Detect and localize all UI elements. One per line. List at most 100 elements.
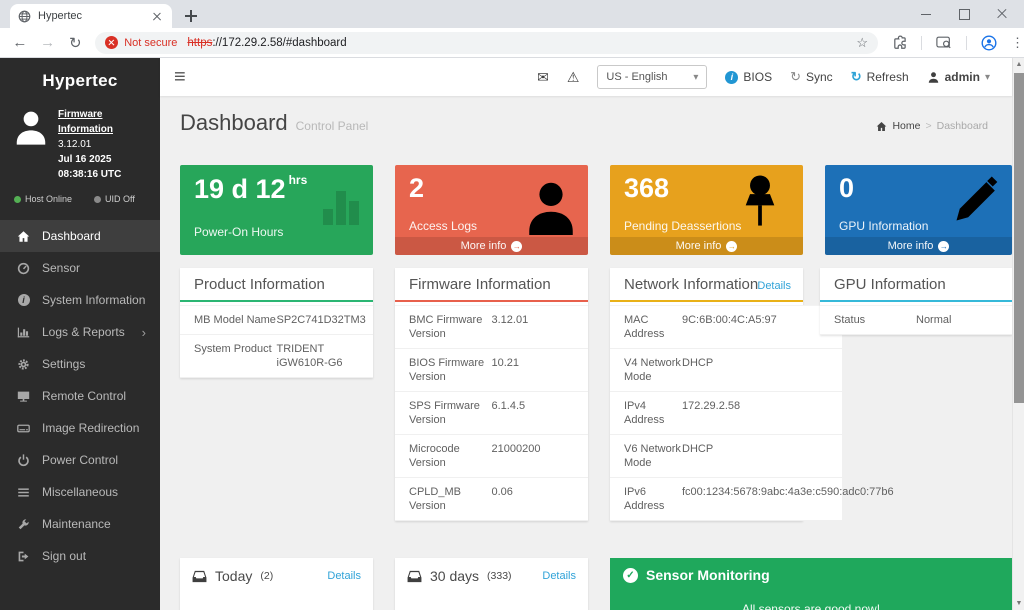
profile-icon[interactable] xyxy=(981,35,997,51)
firmware-information-panel: Firmware Information BMC Firmware Versio… xyxy=(395,268,588,521)
stat-value: 368 xyxy=(624,173,669,204)
language-select[interactable]: US - English ▾ xyxy=(597,65,707,89)
sidebar-item-power-control[interactable]: Power Control xyxy=(0,444,160,476)
panel-title: Firmware Information xyxy=(395,268,588,300)
sidebar-item-label: Miscellaneous xyxy=(42,485,118,499)
today-details-link[interactable]: Details xyxy=(327,570,361,582)
accent-bar xyxy=(610,300,803,302)
inbox-icon xyxy=(192,569,207,584)
new-tab-button[interactable] xyxy=(182,7,200,25)
table-row: V6 Network ModeDHCP xyxy=(610,435,842,478)
not-secure-icon[interactable] xyxy=(105,36,118,49)
user-name: admin xyxy=(945,70,980,84)
sidebar-item-sensor[interactable]: Sensor xyxy=(0,252,160,284)
sidebar-menu: Dashboard Sensor i System Information Lo… xyxy=(0,220,160,572)
wrench-icon xyxy=(16,517,31,532)
access-logs-card[interactable]: 2 Access Logs More info→ xyxy=(395,165,588,255)
table-row: MB Model NameSP2C741D32TM3 xyxy=(180,306,373,335)
address-bar[interactable]: Not secure https://172.29.2.58/#dashboar… xyxy=(95,32,878,54)
user-icon xyxy=(927,71,940,84)
scrollbar-thumb[interactable] xyxy=(1014,73,1024,403)
menu-toggle-icon[interactable]: ≡ xyxy=(174,66,186,89)
sidebar-item-label: Image Redirection xyxy=(42,421,139,435)
sensor-monitoring-panel: ✓ Sensor Monitoring All sensors are good… xyxy=(610,558,1012,610)
arrow-circle-icon: → xyxy=(726,241,737,252)
stat-value: 2 xyxy=(409,173,424,204)
power-icon xyxy=(16,453,31,468)
window-maximize-button[interactable] xyxy=(958,8,970,20)
firmware-information-link[interactable]: Firmware Information xyxy=(58,107,150,137)
alerts-icon[interactable]: ⚠ xyxy=(567,69,580,86)
drive-icon xyxy=(16,421,31,436)
table-row: IPv4 Address172.29.2.58 xyxy=(610,392,842,435)
sidebar-item-miscellaneous[interactable]: Miscellaneous xyxy=(0,476,160,508)
messages-icon[interactable]: ✉ xyxy=(537,69,549,86)
list-icon xyxy=(16,485,31,500)
sidebar-item-dashboard[interactable]: Dashboard xyxy=(0,220,160,252)
host-status[interactable]: Host Online xyxy=(14,194,72,204)
info-icon: i xyxy=(16,293,31,308)
tab-search-icon[interactable] xyxy=(936,35,952,50)
stat-label: Pending Deassertions xyxy=(624,219,741,233)
gpu-information-card[interactable]: 0 GPU Information More info→ xyxy=(825,165,1012,255)
back-icon[interactable]: ← xyxy=(6,34,34,51)
sidebar-item-maintenance[interactable]: Maintenance xyxy=(0,508,160,540)
window-minimize-button[interactable] xyxy=(920,8,932,20)
check-circle-icon: ✓ xyxy=(623,568,638,583)
dashboard-content: DashboardControl Panel Home > Dashboard … xyxy=(160,96,1012,610)
accent-bar xyxy=(180,300,373,302)
gear-icon xyxy=(16,357,31,372)
reload-icon[interactable]: ↻ xyxy=(61,34,89,52)
tab-close-icon[interactable] xyxy=(150,9,164,23)
power-on-hours-card[interactable]: 19 d 12hrs Power-On Hours xyxy=(180,165,373,255)
stat-label: GPU Information xyxy=(839,219,928,233)
pushpin-icon xyxy=(735,173,785,229)
url-text[interactable]: https://172.29.2.58/#dashboard xyxy=(187,37,850,49)
browser-menu-icon[interactable]: ⋮ xyxy=(1011,35,1024,51)
more-info-link[interactable]: More info→ xyxy=(610,237,803,255)
browser-tab[interactable]: Hypertec xyxy=(10,4,172,28)
tab-title: Hypertec xyxy=(38,10,143,22)
breadcrumb-home[interactable]: Home xyxy=(892,120,920,132)
extensions-icon[interactable] xyxy=(892,35,907,50)
sidebar-item-image-redirection[interactable]: Image Redirection xyxy=(0,412,160,444)
month-details-link[interactable]: Details xyxy=(542,570,576,582)
stat-label: Access Logs xyxy=(409,219,477,233)
browser-toolbar: ← → ↻ Not secure https://172.29.2.58/#da… xyxy=(0,28,1024,58)
arrow-circle-icon: → xyxy=(938,241,949,252)
sidebar-item-remote-control[interactable]: Remote Control xyxy=(0,380,160,412)
sign-out-icon xyxy=(16,549,31,564)
scroll-down-icon[interactable]: ▼ xyxy=(1013,600,1024,607)
table-row: SPS Firmware Version6.1.4.5 xyxy=(395,392,588,435)
sidebar-item-sign-out[interactable]: Sign out xyxy=(0,540,160,572)
sidebar-item-settings[interactable]: Settings xyxy=(0,348,160,380)
app-viewport: Hypertec Firmware Information 3.12.01 Ju… xyxy=(0,58,1024,610)
window-close-button[interactable] xyxy=(996,8,1008,20)
page-scrollbar[interactable]: ▲ ▼ xyxy=(1012,58,1024,610)
refresh-button[interactable]: ↻ Refresh xyxy=(851,69,909,85)
user-menu[interactable]: admin ▾ xyxy=(927,70,990,84)
sensor-monitoring-title: Sensor Monitoring xyxy=(646,567,770,583)
bios-button[interactable]: i BIOS xyxy=(725,70,772,84)
brand-logo: Hypertec xyxy=(0,58,160,101)
firmware-date: Jul 16 2025 08:38:16 UTC xyxy=(58,152,150,182)
home-icon xyxy=(16,229,31,244)
not-secure-label[interactable]: Not secure xyxy=(124,37,177,49)
stat-cards-row: 19 d 12hrs Power-On Hours 2 Access Logs … xyxy=(180,165,1012,255)
sidebar-item-logs-reports[interactable]: Logs & Reports › xyxy=(0,316,160,348)
events-count: (333) xyxy=(487,570,512,582)
url-protocol: https xyxy=(187,37,212,49)
sensor-monitoring-message: All sensors are good now! xyxy=(610,602,1012,610)
divider xyxy=(966,36,967,50)
scroll-up-icon[interactable]: ▲ xyxy=(1013,61,1024,68)
uid-status[interactable]: UID Off xyxy=(94,194,135,204)
pending-deassertions-card[interactable]: 368 Pending Deassertions More info→ xyxy=(610,165,803,255)
sync-button[interactable]: ↻ Sync xyxy=(790,69,833,85)
more-info-link[interactable]: More info→ xyxy=(395,237,588,255)
more-info-link[interactable]: More info→ xyxy=(825,237,1012,255)
network-details-link[interactable]: Details xyxy=(757,280,791,292)
select-caret-icon: ▾ xyxy=(693,72,698,83)
bookmark-star-icon[interactable]: ☆ xyxy=(856,35,868,51)
sidebar-item-system-information[interactable]: i System Information xyxy=(0,284,160,316)
forward-icon[interactable]: → xyxy=(34,34,62,51)
